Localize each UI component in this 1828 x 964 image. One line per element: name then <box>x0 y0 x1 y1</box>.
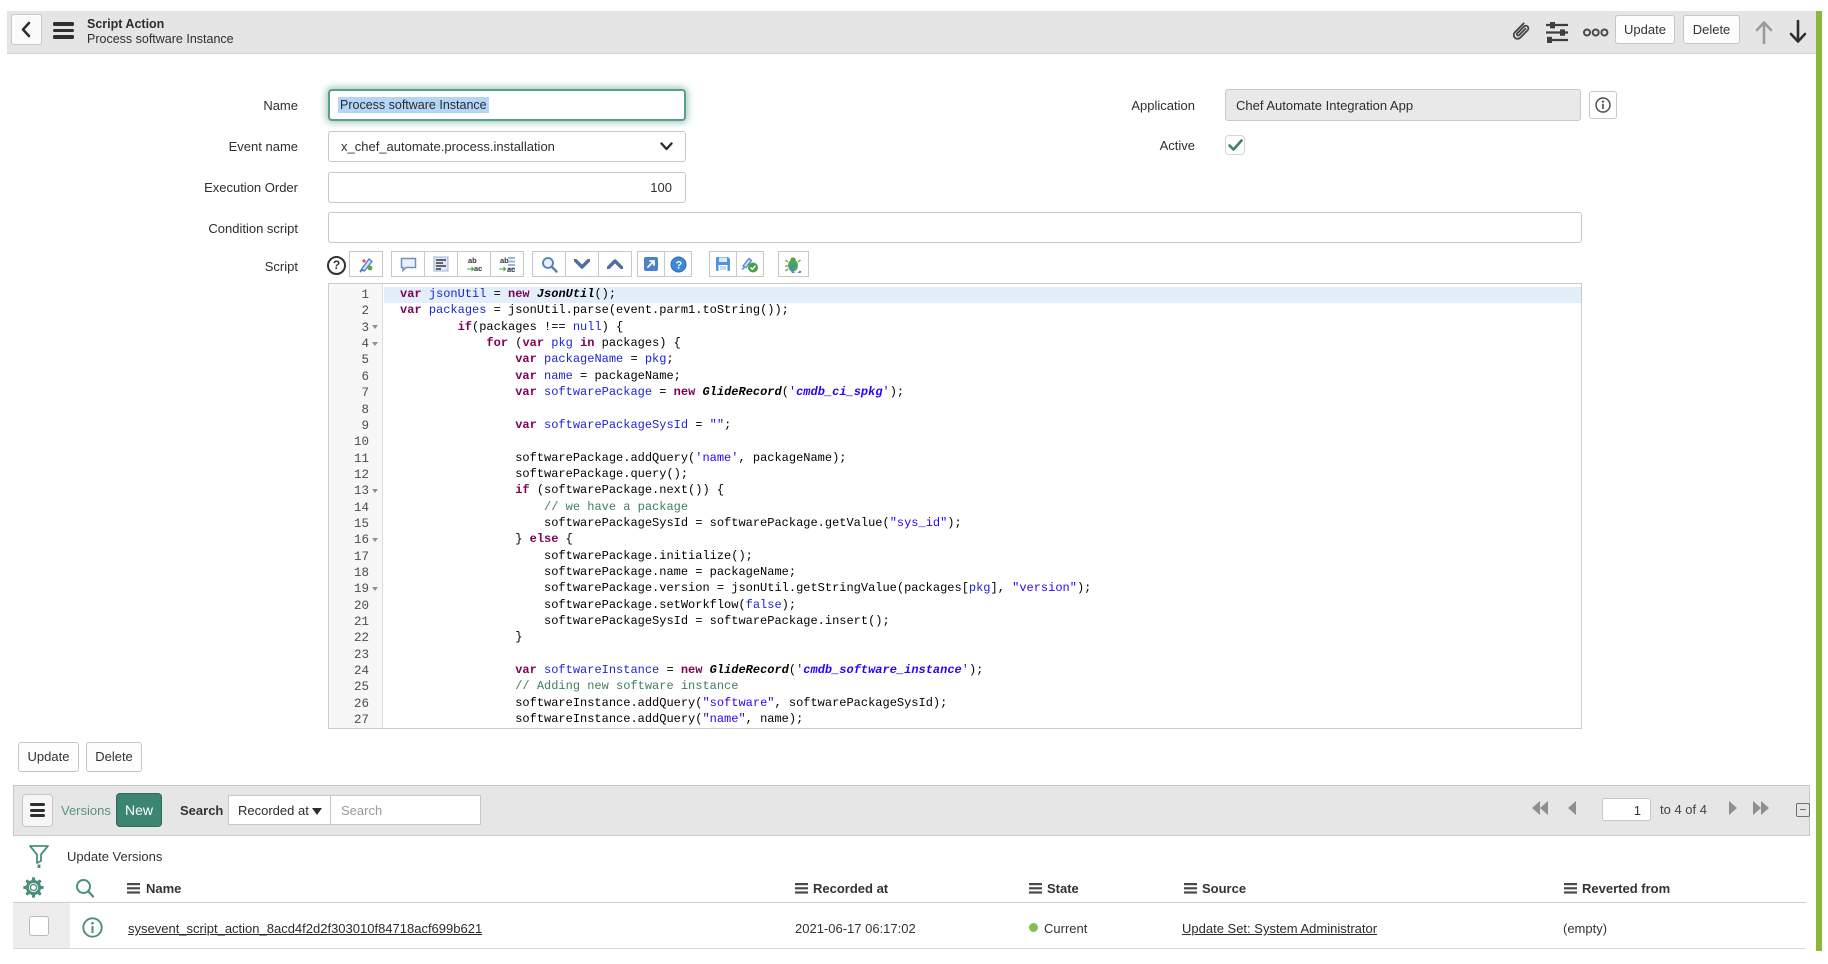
svg-text:ac: ac <box>507 265 515 273</box>
svg-text:ac: ac <box>474 264 482 273</box>
svg-text:ab: ab <box>500 256 509 265</box>
svg-text:?: ? <box>675 259 682 271</box>
